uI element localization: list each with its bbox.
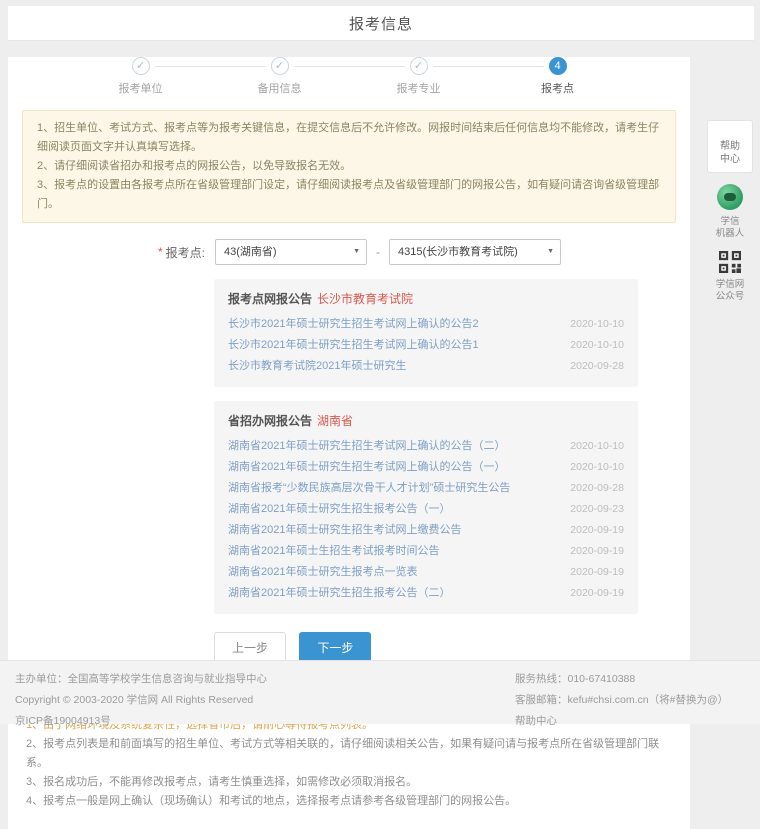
stepper-step: ✓ 报考专业 (349, 57, 488, 96)
step-status-icon: 4 (549, 57, 567, 75)
announcement-date: 2020-10-10 (570, 314, 624, 335)
site-announcements-box: 报考点网报公告长沙市教育考试院 长沙市2021年硕士研究生招生考试网上确认的公告… (214, 279, 638, 387)
step-status-icon: ✓ (132, 57, 150, 75)
announcement-link[interactable]: 湖南省2021年硕士研究生报考点一览表 (228, 562, 417, 583)
province-announcements-box: 省招办网报公告湖南省 湖南省2021年硕士研究生招生考试网上确认的公告（二） 2… (214, 401, 638, 614)
page-header: 报考信息 (8, 6, 754, 41)
previous-step-button[interactable]: 上一步 (214, 632, 286, 663)
wizard-actions: 上一步 下一步 (214, 632, 690, 663)
announcement-link[interactable]: 湖南省2021年硕士生招生考试报考时间公告 (228, 541, 439, 562)
province-announcements-title-text: 省招办网报公告 (228, 414, 312, 428)
announcement-date: 2020-10-10 (570, 436, 624, 457)
qr-code-icon (719, 251, 741, 273)
site-name-highlight: 长沙市教育考试院 (317, 292, 413, 306)
warning-notice-box: 1、招生单位、考试方式、报考点等为报考关键信息，在提交信息后不允许修改。网报时间… (22, 110, 676, 223)
announcement-row: 湖南省2021年硕士生招生考试报考时间公告 2020-09-19 (228, 541, 624, 562)
explanation-line: 4、报考点一般是网上确认（现场确认）和考试的地点，选择报考点请参考各级管理部门的… (26, 792, 672, 811)
exam-site-select[interactable]: 4315(长沙市教育考试院) (389, 239, 561, 265)
announcement-link[interactable]: 湖南省2021年硕士研究生招生考试网上确认的公告（一） (228, 457, 505, 478)
announcement-row: 湖南省2021年硕士研究生招生考试网上确认的公告（一） 2020-10-10 (228, 457, 624, 478)
footer-copyright: Copyright © 2003-2020 学信网 All Rights Res… (15, 690, 267, 711)
site-announcements-list: 长沙市2021年硕士研究生招生考试网上确认的公告2 2020-10-10 长沙市… (228, 314, 624, 377)
announcement-date: 2020-09-28 (570, 356, 624, 377)
notice-line: 3、报考点的设置由各报考点所在省级管理部门设定，请仔细阅读报考点及省级管理部门的… (37, 176, 661, 214)
robot-label: 学信 机器人 (703, 216, 757, 240)
announcement-link[interactable]: 湖南省2021年硕士研究生招生考试网上缴费公告 (228, 520, 461, 541)
page-title: 报考信息 (349, 13, 413, 34)
announcement-link[interactable]: 湖南省报考“少数民族高层次骨干人才计划”硕士研究生公告 (228, 478, 510, 499)
step-status-icon: ✓ (410, 57, 428, 75)
page-footer: 主办单位：全国高等学校学生信息咨询与就业指导中心 Copyright © 200… (0, 660, 760, 724)
announcement-date: 2020-10-10 (570, 335, 624, 356)
xuexin-robot-icon (717, 184, 743, 210)
step-label: 报考专业 (349, 80, 488, 96)
step-status-icon: ✓ (271, 57, 289, 75)
province-announcements-list: 湖南省2021年硕士研究生招生考试网上确认的公告（二） 2020-10-10 湖… (228, 436, 624, 604)
announcement-date: 2020-09-19 (570, 520, 624, 541)
step-label: 备用信息 (210, 80, 349, 96)
exam-site-form-row: * 报考点: 43(湖南省) - 4315(长沙市教育考试院) (158, 239, 690, 265)
help-center-label: 帮助 中心 (720, 141, 740, 165)
announcement-row: 湖南省报考“少数民族高层次骨干人才计划”硕士研究生公告 2020-09-28 (228, 478, 624, 499)
step-label: 报考单位 (71, 80, 210, 96)
announcement-date: 2020-10-10 (570, 457, 624, 478)
announcement-date: 2020-09-23 (570, 499, 624, 520)
stepper-step: ✓ 报考单位 (71, 57, 210, 96)
province-announcements-title: 省招办网报公告湖南省 (228, 412, 624, 429)
announcement-row: 湖南省2021年硕士研究生报考点一览表 2020-09-19 (228, 562, 624, 583)
announcement-row: 湖南省2021年硕士研究生招生报考公告（二） 2020-09-19 (228, 583, 624, 604)
announcement-row: 湖南省2021年硕士研究生招生报考公告（一） 2020-09-23 (228, 499, 624, 520)
announcement-date: 2020-09-19 (570, 562, 624, 583)
help-center-widget[interactable]: 帮助 中心 (707, 120, 753, 173)
footer-icp: 京ICP备19004913号 (15, 711, 267, 732)
announcement-row: 长沙市教育考试院2021年硕士研究生 2020-09-28 (228, 356, 624, 377)
announcement-date: 2020-09-19 (570, 541, 624, 562)
announcement-link[interactable]: 长沙市教育考试院2021年硕士研究生 (228, 356, 406, 377)
robot-widget[interactable]: 学信 机器人 (703, 184, 757, 240)
floating-sidebar: 帮助 中心 学信 机器人 学信网 公众号 (703, 120, 757, 303)
footer-left-column: 主办单位：全国高等学校学生信息咨询与就业指导中心 Copyright © 200… (15, 669, 267, 732)
announcement-row: 长沙市2021年硕士研究生招生考试网上确认的公告1 2020-10-10 (228, 335, 624, 356)
next-step-button[interactable]: 下一步 (299, 632, 371, 663)
announcement-row: 长沙市2021年硕士研究生招生考试网上确认的公告2 2020-10-10 (228, 314, 624, 335)
explanation-line: 2、报考点列表是和前面填写的招生单位、考试方式等相关联的，请仔细阅读相关公告，如… (26, 735, 672, 773)
exam-site-label: 报考点: (166, 244, 205, 261)
footer-email: 客服邮箱：kefu#chsi.com.cn（将#替换为@） (515, 690, 728, 711)
qrcode-widget[interactable]: 学信网 公众号 (703, 251, 757, 303)
footer-hotline: 服务热线：010-67410388 (515, 669, 728, 690)
announcement-link[interactable]: 湖南省2021年硕士研究生招生报考公告（一） (228, 499, 450, 520)
site-announcements-title: 报考点网报公告长沙市教育考试院 (228, 290, 624, 307)
wizard-stepper: ✓ 报考单位 ✓ 备用信息 ✓ 报考专业 4 报考点 (71, 57, 627, 96)
footer-right-column: 服务热线：010-67410388 客服邮箱：kefu#chsi.com.cn（… (515, 669, 728, 732)
footer-host: 主办单位：全国高等学校学生信息咨询与就业指导中心 (15, 669, 267, 690)
select-separator: - (376, 245, 380, 259)
announcement-link[interactable]: 长沙市2021年硕士研究生招生考试网上确认的公告2 (228, 314, 479, 335)
notice-line: 2、请仔细阅读省招办和报考点的网报公告，以免导致报名无效。 (37, 157, 661, 176)
notice-line: 1、招生单位、考试方式、报考点等为报考关键信息，在提交信息后不允许修改。网报时间… (37, 119, 661, 157)
qrcode-label: 学信网 公众号 (703, 279, 757, 303)
site-announcements-title-text: 报考点网报公告 (228, 292, 312, 306)
announcement-link[interactable]: 湖南省2021年硕士研究生招生报考公告（二） (228, 583, 450, 604)
explanation-line: 3、报名成功后，不能再修改报考点，请考生慎重选择，如需修改必须取消报名。 (26, 773, 672, 792)
province-select[interactable]: 43(湖南省) (215, 239, 367, 265)
announcement-date: 2020-09-28 (570, 478, 624, 499)
announcement-row: 湖南省2021年硕士研究生招生考试网上缴费公告 2020-09-19 (228, 520, 624, 541)
stepper-step: 4 报考点 (488, 57, 627, 96)
stepper-step: ✓ 备用信息 (210, 57, 349, 96)
step-label: 报考点 (488, 80, 627, 96)
footer-help-center-link[interactable]: 帮助中心 (515, 711, 728, 732)
announcement-date: 2020-09-19 (570, 583, 624, 604)
required-asterisk: * (158, 245, 163, 259)
announcement-link[interactable]: 湖南省2021年硕士研究生招生考试网上确认的公告（二） (228, 436, 505, 457)
announcement-row: 湖南省2021年硕士研究生招生考试网上确认的公告（二） 2020-10-10 (228, 436, 624, 457)
announcement-link[interactable]: 长沙市2021年硕士研究生招生考试网上确认的公告1 (228, 335, 479, 356)
province-name-highlight: 湖南省 (317, 414, 353, 428)
